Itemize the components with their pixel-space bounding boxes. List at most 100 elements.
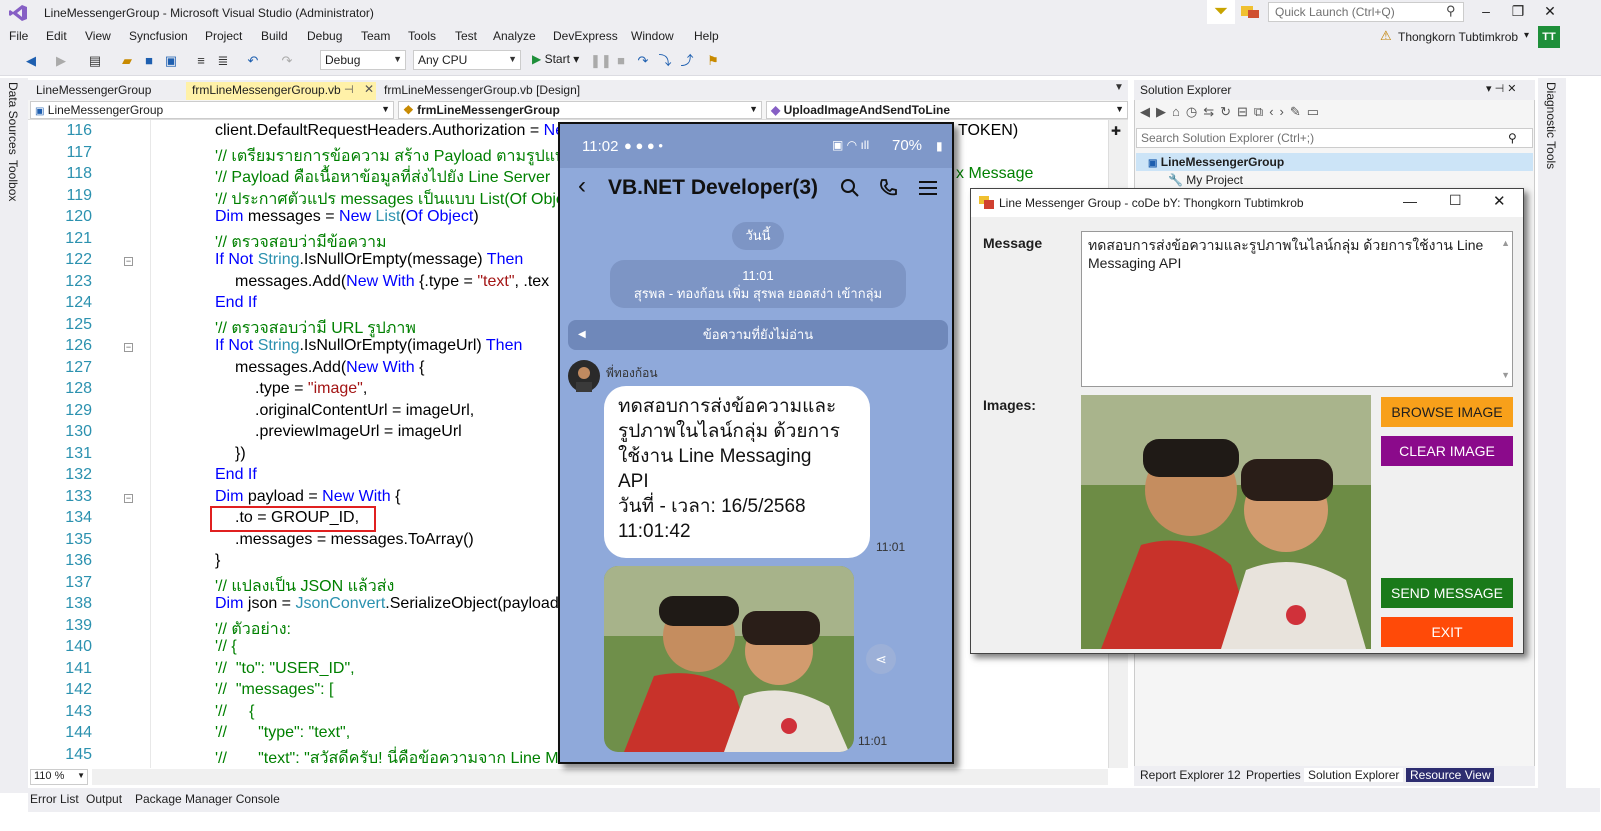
menu-build[interactable]: Build	[261, 29, 288, 43]
message-textbox[interactable]: ทดสอบการส่งข้อความและรูปภาพในไลน์กลุ่ม ด…	[1081, 231, 1513, 387]
browse-image-button[interactable]: BROWSE IMAGE	[1381, 397, 1513, 427]
filter-icon[interactable]: ⏷	[1207, 0, 1235, 24]
feedback-icon[interactable]	[1240, 4, 1260, 20]
refresh-icon[interactable]: ↻	[1220, 104, 1237, 119]
save-all-icon[interactable]: ▣	[162, 52, 180, 70]
editor-horizontal-scrollbar[interactable]	[92, 769, 1108, 785]
code-line[interactable]: '// "text": "สวัสดีครับ! นี่คือข้อความจา…	[215, 746, 559, 771]
forward-icon[interactable]: ▶	[52, 52, 70, 70]
code-line[interactable]: client.DefaultRequestHeaders.Authorizati…	[215, 122, 564, 140]
menu-test[interactable]: Test	[455, 29, 477, 43]
share-icon[interactable]: ⋖	[866, 644, 896, 674]
user-name[interactable]: Thongkorn Tubtimkrob	[1398, 30, 1518, 44]
form-maximize-button[interactable]: ☐	[1449, 192, 1462, 209]
code-line[interactable]: })	[235, 445, 246, 463]
code-line[interactable]: .originalContentUrl = imageUrl,	[255, 402, 474, 420]
send-message-button[interactable]: SEND MESSAGE	[1381, 578, 1513, 608]
close-button[interactable]: ✕	[1534, 2, 1566, 22]
zoom-select[interactable]: 110 % ▼	[30, 769, 88, 785]
menu-file[interactable]: File	[9, 29, 28, 43]
uncomment-icon[interactable]: ≣	[214, 52, 232, 70]
step-over-icon[interactable]: ↷	[634, 52, 652, 70]
message-bubble[interactable]: ทดสอบการส่งข้อความและ รูปภาพในไลน์กลุ่ม …	[604, 386, 870, 558]
phone-call-icon[interactable]	[878, 178, 898, 198]
restore-button[interactable]: ❐	[1502, 2, 1534, 22]
redo-icon[interactable]: ↷	[278, 52, 296, 70]
search-icon[interactable]: ⚲	[1508, 131, 1517, 145]
new-project-icon[interactable]: ▤	[86, 52, 104, 70]
sync-icon[interactable]: ⇆	[1203, 104, 1220, 119]
code-line[interactable]: '// {	[215, 703, 255, 721]
show-files-icon[interactable]: ⧉	[1254, 104, 1269, 119]
menu-debug[interactable]: Debug	[307, 29, 342, 43]
sender-avatar[interactable]	[568, 360, 600, 392]
menu-tools[interactable]: Tools	[408, 29, 436, 43]
toolbox-tab[interactable]: Toolbox	[6, 160, 20, 201]
find-icon[interactable]: ⚑	[704, 52, 722, 70]
search-icon[interactable]: ⚲	[1446, 3, 1456, 19]
collapse-region-icon[interactable]: −	[124, 257, 133, 266]
history-icon[interactable]: ◷	[1186, 104, 1203, 119]
pin-icon[interactable]: ⊣	[344, 83, 354, 96]
tree-item-my-project[interactable]: 🔧 My Project	[1168, 173, 1243, 187]
exit-button[interactable]: EXIT	[1381, 617, 1513, 647]
tree-item-project[interactable]: ▣ LineMessengerGroup	[1148, 155, 1284, 169]
menu-project[interactable]: Project	[205, 29, 242, 43]
view-code-icon[interactable]: ‹›	[1269, 104, 1290, 119]
quick-launch-input[interactable]: Quick Launch (Ctrl+Q)	[1268, 2, 1464, 22]
tab-solution-explorer[interactable]: Solution Explorer	[1304, 768, 1404, 782]
menu-team[interactable]: Team	[361, 29, 390, 43]
code-line[interactable]: Dim payload = New With {	[215, 488, 400, 506]
pause-icon[interactable]: ❚❚	[590, 52, 612, 70]
project-nav-select[interactable]: ▣ LineMessengerGroup ▼	[30, 101, 394, 119]
collapse-region-icon[interactable]: −	[124, 343, 133, 352]
back-icon[interactable]: ‹	[578, 172, 586, 200]
tab-package-manager-console[interactable]: Package Manager Console	[135, 792, 280, 806]
avatar[interactable]: TT	[1538, 26, 1560, 48]
tab-output[interactable]: Output	[86, 792, 122, 806]
method-nav-select[interactable]: ◆ UploadImageAndSendToLine ▼	[766, 101, 1128, 119]
tab-error-list[interactable]: Error List	[30, 792, 79, 806]
code-line[interactable]: '// "messages": [	[215, 681, 333, 699]
panel-menu-icon[interactable]: ▾ ⊣ ✕	[1486, 82, 1516, 95]
clear-image-button[interactable]: CLEAR IMAGE	[1381, 436, 1513, 466]
start-button[interactable]: ▶ Start ▾	[532, 52, 579, 66]
menu-edit[interactable]: Edit	[46, 29, 67, 43]
menu-help[interactable]: Help	[694, 29, 719, 43]
code-line[interactable]: messages.Add(New With {	[235, 359, 424, 377]
tab-project[interactable]: LineMessengerGroup	[30, 82, 157, 100]
minimize-button[interactable]: –	[1470, 2, 1502, 22]
menu-syncfusion[interactable]: Syncfusion	[129, 29, 188, 43]
code-line[interactable]: '// "to": "USER_ID",	[215, 660, 355, 678]
tab-report-explorer[interactable]: Report Explorer 12	[1136, 768, 1245, 782]
menu-window[interactable]: Window	[631, 29, 674, 43]
search-icon[interactable]	[840, 178, 860, 198]
solution-search-input[interactable]: Search Solution Explorer (Ctrl+;)	[1136, 128, 1533, 148]
code-line[interactable]: .type = "image",	[255, 380, 367, 398]
tab-resource-view[interactable]: Resource View	[1406, 768, 1495, 782]
open-folder-icon[interactable]: ▰	[118, 52, 136, 70]
chevron-down-icon[interactable]: ▼	[1114, 82, 1124, 93]
menu-analyze[interactable]: Analyze	[493, 29, 536, 43]
scroll-down-icon[interactable]: ▼	[1501, 366, 1510, 384]
code-line[interactable]: }	[215, 552, 220, 570]
comment-icon[interactable]: ≡	[192, 52, 210, 70]
code-line[interactable]: .messages = messages.ToArray()	[235, 531, 474, 549]
code-line[interactable]: Dim json = JsonConvert.SerializeObject(p…	[215, 595, 559, 613]
chat-image[interactable]	[604, 566, 854, 752]
code-line[interactable]: messages.Add(New With {.type = "text", .…	[235, 273, 549, 291]
platform-select[interactable]: Any CPU ▼	[413, 50, 521, 70]
code-line[interactable]: End If	[215, 294, 257, 312]
collapse-region-icon[interactable]: −	[124, 493, 133, 503]
preview-icon[interactable]: ▭	[1307, 104, 1325, 119]
step-out-icon[interactable]: ⤴	[678, 52, 696, 70]
step-into-icon[interactable]: ⤵	[656, 52, 674, 70]
back-icon[interactable]: ◀	[1140, 104, 1156, 119]
collapse-icon[interactable]: ⊟	[1237, 104, 1254, 119]
solution-config-select[interactable]: Debug ▼	[320, 50, 406, 70]
code-line[interactable]: '// {	[215, 638, 237, 656]
code-line[interactable]: '// "type": "text",	[215, 724, 350, 742]
properties-icon[interactable]: ✎	[1290, 104, 1307, 119]
diagnostic-tools-tab[interactable]: Diagnostic Tools	[1544, 82, 1558, 169]
class-nav-select[interactable]: ❖ frmLineMessengerGroup ▼	[398, 101, 762, 119]
